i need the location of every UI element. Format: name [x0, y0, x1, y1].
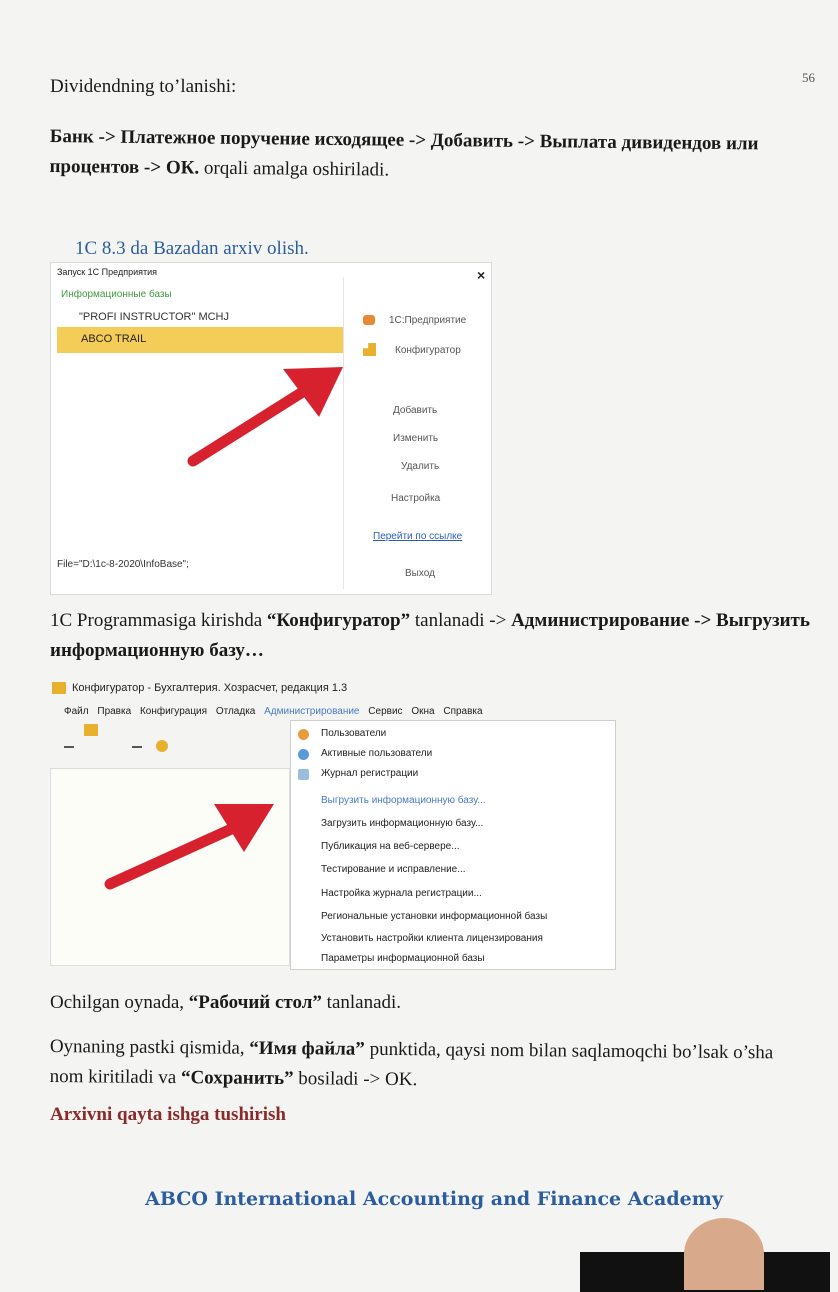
menu-edit[interactable]: Правка — [97, 706, 131, 717]
settings-button[interactable]: Настройка — [391, 493, 440, 504]
configurator-app-icon — [52, 682, 66, 694]
menu-path-rest: orqali amalga oshiriladi. — [199, 157, 390, 181]
p4-text: Ochilgan oynada, — [50, 992, 189, 1013]
infobase-group-label: Информационные базы — [61, 289, 172, 300]
add-button[interactable]: Добавить — [393, 405, 437, 416]
dropdown-item[interactable]: Настройка журнала регистрации... — [321, 888, 482, 899]
launcher-title: Запуск 1С Предприятия — [57, 267, 157, 277]
paragraph-configurator: 1C Programmasiga kirishda “Конфигуратор”… — [50, 606, 820, 666]
finger-photo — [684, 1218, 764, 1290]
journal-icon — [298, 769, 309, 780]
menu-windows[interactable]: Окна — [411, 706, 434, 717]
section-heading: 1C 8.3 da Bazadan arxiv olish. — [75, 238, 309, 259]
p3-text: 1C Programmasiga kirishda — [50, 610, 267, 631]
toolbar — [50, 720, 290, 760]
menu-service[interactable]: Сервис — [368, 706, 402, 717]
dropdown-item[interactable]: Тестирование и исправление... — [321, 864, 466, 875]
dropdown-item[interactable]: Журнал регистрации — [321, 768, 418, 779]
menu-configuration[interactable]: Конфигурация — [140, 706, 207, 717]
red-arrow-icon — [187, 367, 343, 467]
update-icon[interactable] — [156, 740, 168, 752]
paragraph-dividend: Dividendning to’lanishi: — [50, 76, 237, 97]
infobase-path: File="D:\1c-8-2020\InfoBase"; — [57, 559, 189, 570]
p3-bold-configurator: “Конфигуратор” — [266, 610, 411, 631]
open-link-button[interactable]: Перейти по ссылке — [373, 531, 462, 542]
launcher-window: Запуск 1С Предприятия × Информационные б… — [50, 262, 492, 595]
dropdown-item[interactable]: Установить настройки клиента лицензирова… — [321, 933, 543, 944]
dropdown-item[interactable]: Публикация на веб-сервере... — [321, 841, 460, 852]
toolbar-dash-icon[interactable] — [132, 746, 142, 748]
configurator-icon — [363, 343, 376, 356]
dropdown-item[interactable]: Загрузить информационную базу... — [321, 818, 483, 829]
dropdown-item-export-infobase[interactable]: Выгрузить информационную базу... — [321, 795, 486, 806]
menu-path-bold: Банк -> Платежное поручение исходящее ->… — [49, 125, 759, 179]
infobase-item[interactable]: "PROFI INSTRUCTOR" MCHJ — [79, 311, 229, 323]
enterprise-button[interactable]: 1С:Предприятие — [389, 315, 466, 326]
exit-button[interactable]: Выход — [405, 568, 435, 579]
user-icon — [298, 729, 309, 740]
menu-administration[interactable]: Администрирование — [264, 706, 359, 717]
p4-bold: “Рабочий стол” — [188, 992, 322, 1013]
p5-bold-filename: “Имя файла” — [249, 1037, 365, 1060]
edit-button[interactable]: Изменить — [393, 433, 438, 444]
configurator-title: Конфигуратор - Бухгалтерия. Хозрасчет, р… — [72, 682, 348, 694]
red-arrow-icon — [104, 804, 274, 890]
infobase-item-label: ABCO TRAIL — [81, 333, 147, 345]
menu-file[interactable]: Файл — [64, 706, 89, 717]
active-users-icon — [298, 749, 309, 760]
menu-debug[interactable]: Отладка — [216, 706, 256, 717]
paragraph-desktop: Ochilgan oynada, “Рабочий стол” tanlanad… — [50, 992, 401, 1014]
enterprise-icon — [363, 315, 375, 325]
p5-text: Oynaning pastki qismida, — [49, 1035, 250, 1059]
p4-text-end: tanlanadi. — [321, 992, 402, 1013]
infobase-item-selected[interactable]: ABCO TRAIL — [57, 327, 343, 353]
dropdown-item[interactable]: Пользователи — [321, 728, 386, 739]
paragraph-filename: Oynaning pastki qismida, “Имя файла” pun… — [49, 1032, 809, 1099]
administration-dropdown: Пользователи Активные пользователи Журна… — [290, 720, 616, 970]
configurator-window: Конфигуратор - Бухгалтерия. Хозрасчет, р… — [50, 676, 616, 972]
p3-text-mid: tanlanadi -> — [410, 610, 512, 631]
menu-help[interactable]: Справка — [443, 706, 482, 717]
folder-icon[interactable] — [84, 724, 98, 736]
configurator-button[interactable]: Конфигуратор — [395, 345, 461, 356]
delete-button[interactable]: Удалить — [401, 461, 439, 472]
p5-text-end: bosiladi -> OK. — [293, 1068, 418, 1091]
dropdown-item[interactable]: Региональные установки информационной ба… — [321, 911, 547, 922]
page-footer: ABCO International Accounting and Financ… — [145, 1188, 723, 1210]
close-icon[interactable]: × — [477, 267, 485, 283]
section-heading-restore: Arxivni qayta ishga tushirish — [50, 1104, 286, 1125]
page-number: 56 — [802, 70, 815, 85]
p5-bold-save: “Сохранить” — [180, 1067, 294, 1090]
paragraph-dividend-path: Банк -> Платежное поручение исходящее ->… — [49, 122, 820, 190]
menu-bar: Файл Правка Конфигурация Отладка Админис… — [64, 706, 489, 717]
toolbar-dash-icon[interactable] — [64, 746, 74, 748]
dropdown-item[interactable]: Параметры информационной базы — [321, 953, 485, 964]
dropdown-item[interactable]: Активные пользователи — [321, 748, 432, 759]
